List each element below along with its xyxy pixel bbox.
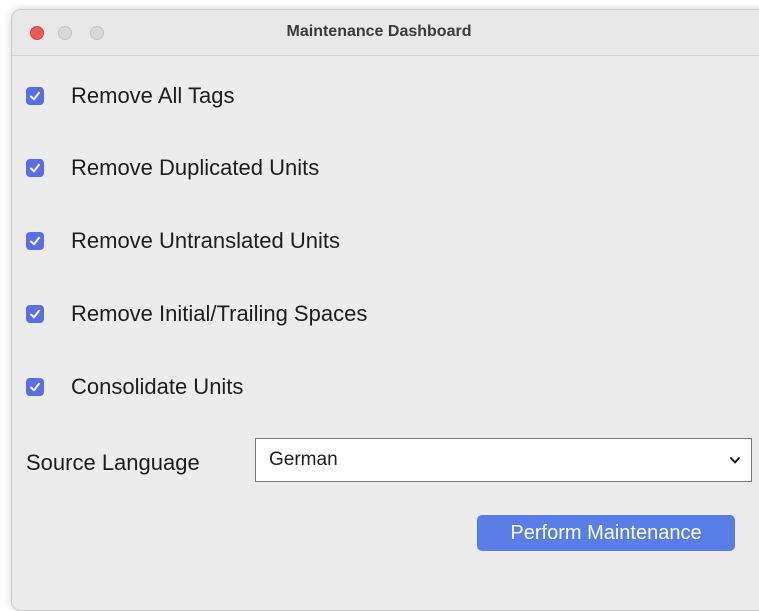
checkmark-icon: [30, 309, 40, 319]
option-remove-duplicated-units[interactable]: Remove Duplicated Units: [26, 152, 319, 184]
source-language-select[interactable]: German: [255, 438, 752, 482]
checkmark-icon: [30, 236, 40, 246]
source-language-value: German: [269, 449, 338, 470]
option-label: Remove Untranslated Units: [71, 228, 341, 253]
title-bar[interactable]: Maintenance Dashboard: [12, 10, 759, 56]
checkmark-icon: [30, 91, 40, 101]
maintenance-window: Maintenance Dashboard Remove All Tags Re…: [11, 9, 759, 611]
checkbox-remove-duplicated-units[interactable]: [26, 159, 44, 177]
checkbox-remove-initial-trailing-spaces[interactable]: [26, 305, 44, 323]
option-consolidate-units[interactable]: Consolidate Units: [26, 371, 243, 403]
window-title: Maintenance Dashboard: [286, 23, 472, 40]
option-label: Remove Duplicated Units: [71, 155, 320, 180]
checkmark-icon: [30, 382, 40, 392]
perform-maintenance-button[interactable]: Perform Maintenance: [477, 515, 735, 551]
checkmark-icon: [30, 163, 40, 173]
option-label: Consolidate Units: [71, 374, 244, 399]
source-language-label: Source Language: [26, 450, 200, 475]
option-remove-untranslated-units[interactable]: Remove Untranslated Units: [26, 225, 340, 257]
checkbox-remove-untranslated-units[interactable]: [26, 232, 44, 250]
checkbox-remove-all-tags[interactable]: [26, 87, 44, 105]
option-label: Remove All Tags: [71, 83, 235, 108]
checkbox-consolidate-units[interactable]: [26, 378, 44, 396]
option-label: Remove Initial/Trailing Spaces: [71, 301, 368, 326]
chevron-down-icon: [730, 457, 740, 464]
option-remove-all-tags[interactable]: Remove All Tags: [26, 80, 234, 112]
option-remove-initial-trailing-spaces[interactable]: Remove Initial/Trailing Spaces: [26, 298, 367, 330]
